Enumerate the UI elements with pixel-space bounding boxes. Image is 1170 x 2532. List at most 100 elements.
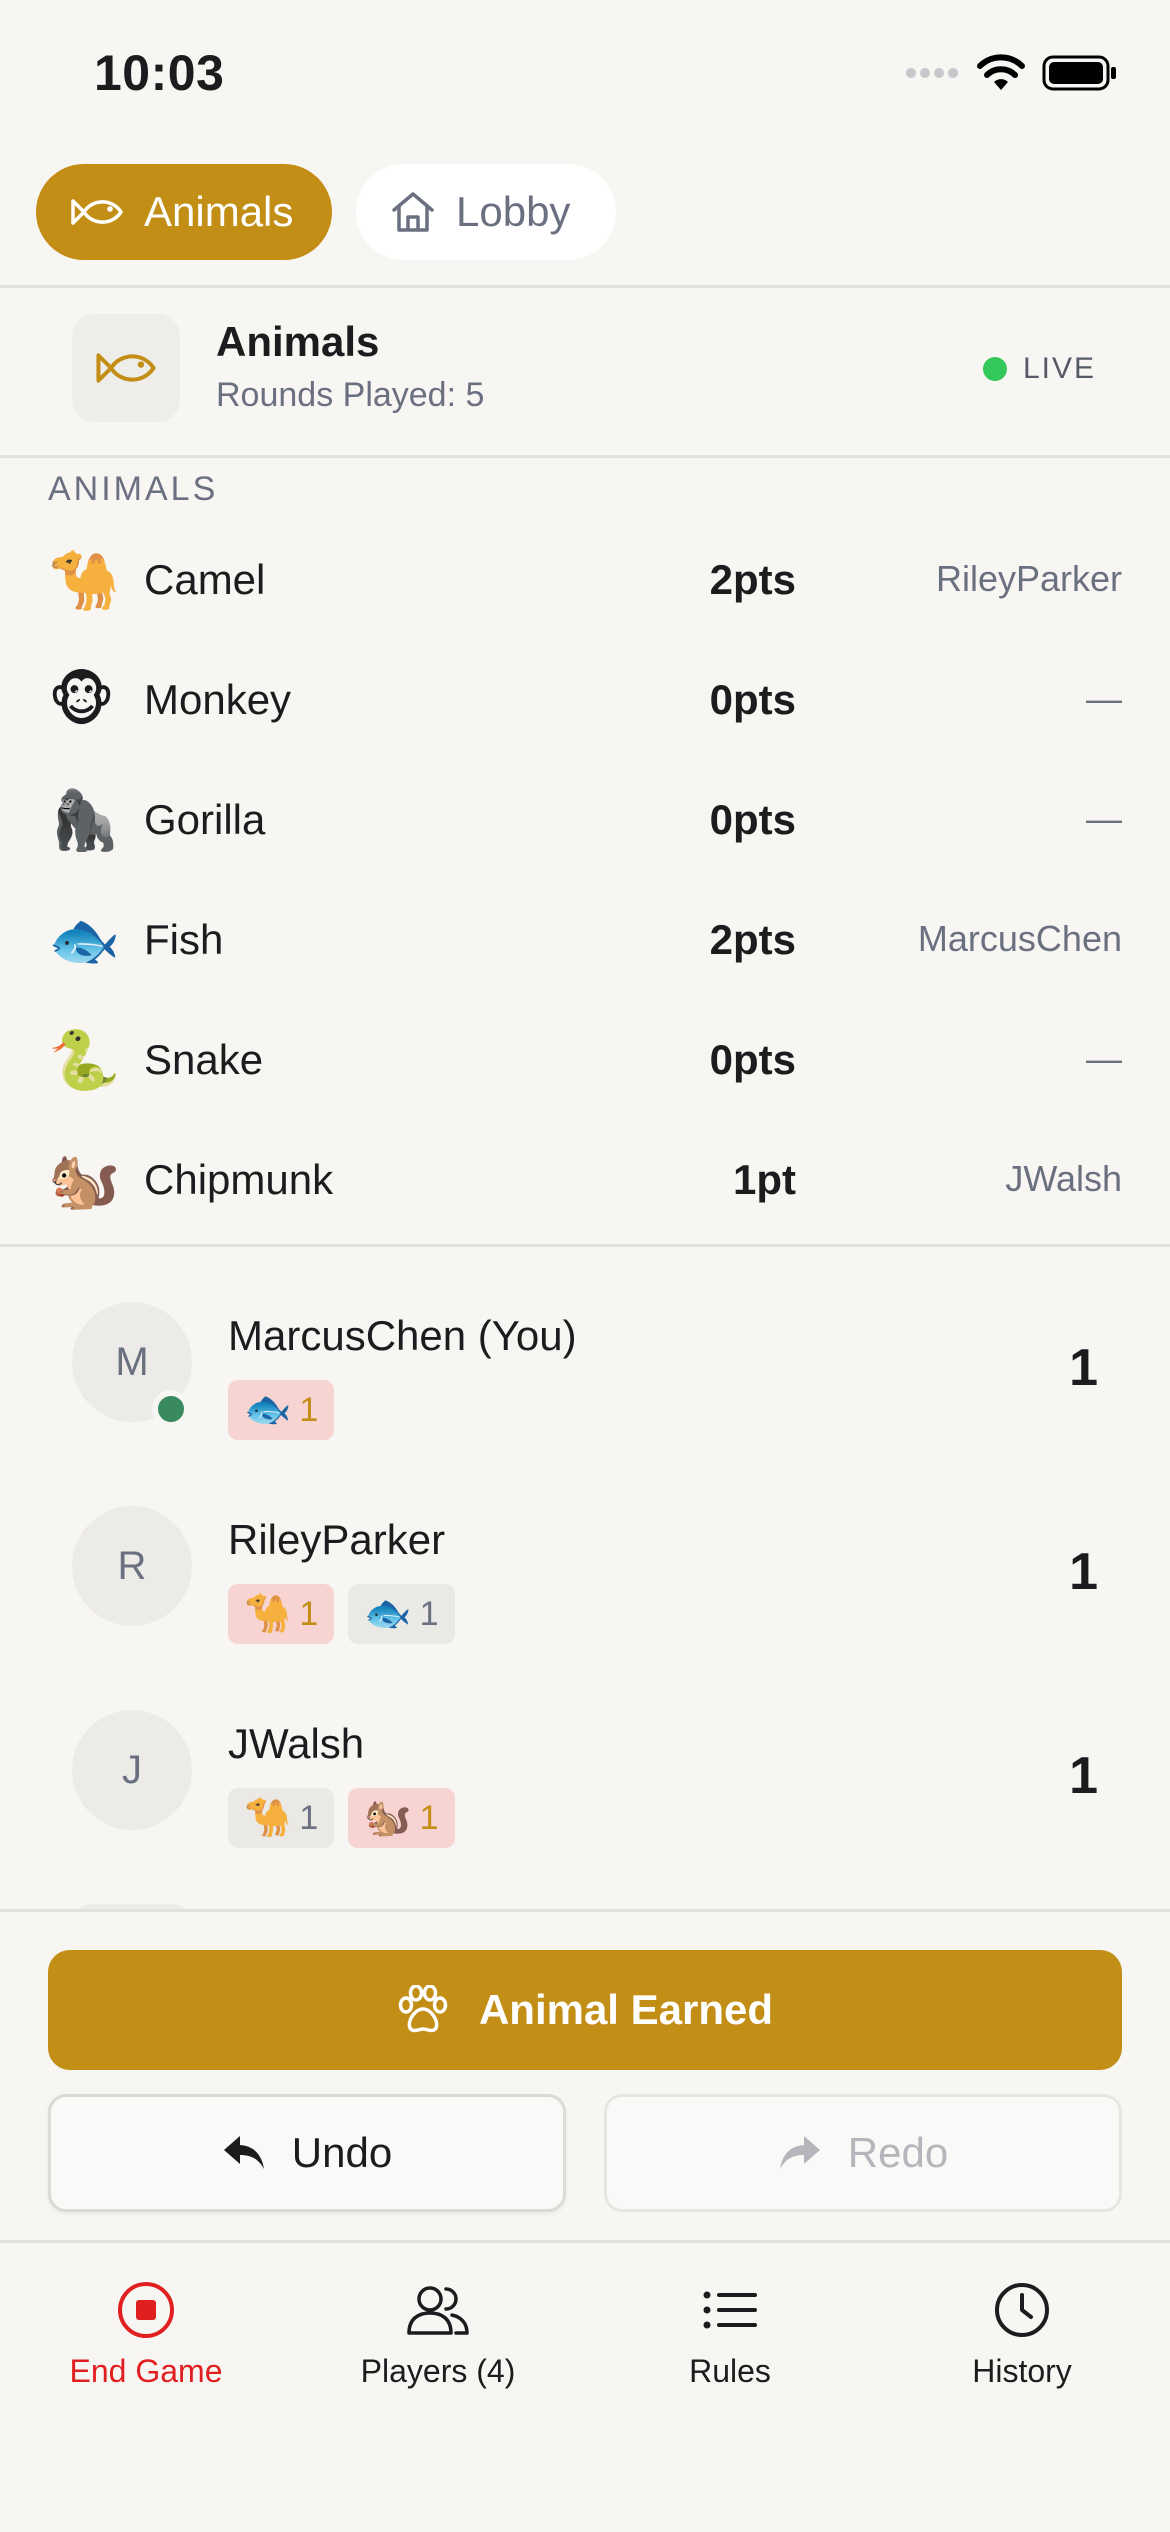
tab-lobby-label: Lobby: [456, 188, 571, 235]
fish-icon: [96, 353, 156, 383]
bottom-nav: End Game Players (4) Rules History: [0, 2243, 1170, 2532]
player-score: 1: [1069, 1339, 1098, 1397]
top-tabs: Animals Lobby: [36, 164, 616, 260]
player-score: 1: [1069, 1543, 1098, 1601]
gorilla-icon: 🦍: [48, 788, 121, 853]
player-row-marcuschen[interactable]: M MarcusChen (You) 🐟 1 1: [0, 1280, 1170, 1484]
nav-history[interactable]: History: [876, 2281, 1168, 2390]
animal-owner: RileyParker: [935, 558, 1122, 599]
animal-name: Monkey: [144, 676, 292, 723]
animal-row-gorilla[interactable]: 🦍 Gorilla 0pts —: [0, 760, 1170, 880]
users-icon: [407, 2286, 469, 2335]
animal-owner: —: [1086, 798, 1122, 839]
status-bar: 10:03: [0, 0, 1170, 150]
fish-icon: 🐟: [48, 908, 121, 973]
home-icon: [392, 192, 434, 232]
chip-count: 1: [419, 1798, 439, 1837]
animal-points: 0pts: [709, 796, 796, 843]
nav-players[interactable]: Players (4): [292, 2281, 584, 2390]
animal-chip-fish: 🐟 1: [348, 1584, 455, 1644]
camel-icon: 🐪: [244, 1797, 292, 1839]
avatar: R: [72, 1506, 192, 1626]
animal-name: Camel: [144, 556, 266, 603]
animal-name: Chipmunk: [144, 1156, 334, 1203]
avatar: J: [72, 1710, 192, 1830]
redo-button[interactable]: Redo: [604, 2094, 1122, 2212]
divider: [0, 455, 1170, 458]
game-header: Animals Rounds Played: 5 LIVE: [0, 288, 1170, 456]
snake-icon: 🐍: [48, 1028, 121, 1093]
online-indicator-icon: [152, 1390, 190, 1428]
nav-history-label: History: [972, 2353, 1072, 2389]
player-name: RileyParker: [228, 1516, 446, 1563]
player-animal-chips: 🐪 1 🐿️ 1: [228, 1788, 455, 1848]
animal-row-fish[interactable]: 🐟 Fish 2pts MarcusChen: [0, 880, 1170, 1000]
camel-icon: 🐪: [244, 1593, 292, 1635]
chipmunk-icon: 🐿️: [364, 1797, 412, 1839]
animal-name: Gorilla: [144, 796, 266, 843]
animal-earned-button[interactable]: Animal Earned: [48, 1950, 1122, 2070]
player-animal-chips: 🐟 1: [228, 1380, 335, 1440]
tab-animals-label: Animals: [144, 188, 294, 235]
paw-icon: [398, 1985, 448, 2033]
animal-owner: MarcusChen: [917, 918, 1122, 959]
nav-end-game[interactable]: End Game: [0, 2281, 292, 2390]
undo-label: Undo: [291, 2129, 393, 2176]
animal-row-camel[interactable]: 🐪 Camel 2pts RileyParker: [0, 520, 1170, 640]
animal-earned-label: Animal Earned: [478, 1986, 774, 2033]
nav-end-game-label: End Game: [69, 2353, 223, 2389]
nav-rules[interactable]: Rules: [584, 2281, 876, 2390]
animal-points: 0pts: [709, 676, 796, 723]
redo-label: Redo: [847, 2129, 949, 2176]
animal-name: Snake: [144, 1036, 264, 1083]
animal-row-chipmunk[interactable]: 🐿️ Chipmunk 1pt JWalsh: [0, 1120, 1170, 1240]
list-icon: [703, 2291, 757, 2329]
player-score: 1: [1069, 1747, 1098, 1805]
animal-points: 1pt: [733, 1156, 796, 1203]
live-status: LIVE: [982, 352, 1096, 386]
stop-icon: [118, 2282, 174, 2338]
chip-count: 1: [419, 1594, 439, 1633]
undo-button[interactable]: Undo: [48, 2094, 566, 2212]
animal-owner: —: [1086, 1038, 1122, 1079]
section-label-animals: ANIMALS: [48, 470, 219, 508]
animal-row-monkey[interactable]: 🐵 Monkey 0pts —: [0, 640, 1170, 760]
chip-count: 1: [299, 1390, 319, 1429]
tab-animals[interactable]: Animals: [36, 164, 332, 260]
monkey-icon: 🐵: [48, 668, 116, 733]
live-label: LIVE: [1022, 352, 1096, 385]
player-name: MarcusChen (You): [228, 1312, 577, 1359]
animal-name: Fish: [144, 916, 224, 963]
action-panel: Animal Earned Undo Redo: [0, 1912, 1170, 2240]
status-time: 10:03: [94, 45, 225, 101]
animal-chip-fish: 🐟 1: [228, 1380, 335, 1440]
undo-icon: [223, 2136, 264, 2169]
battery-icon: [1042, 55, 1116, 91]
animal-owner: JWalsh: [1005, 1158, 1122, 1199]
player-row-jwalsh[interactable]: J JWalsh 🐪 1 🐿️ 1 1: [0, 1688, 1170, 1892]
fish-icon: [71, 199, 123, 225]
animal-owner: —: [1086, 678, 1122, 719]
animal-chip-chipmunk: 🐿️ 1: [348, 1788, 455, 1848]
animal-points: 0pts: [709, 1036, 796, 1083]
live-dot-icon: [982, 357, 1007, 381]
chip-count: 1: [299, 1594, 319, 1633]
chip-count: 1: [299, 1798, 319, 1837]
player-row-rileyparker[interactable]: R RileyParker 🐪 1 🐟 1 1: [0, 1484, 1170, 1688]
chipmunk-icon: 🐿️: [48, 1148, 121, 1213]
camel-icon: 🐪: [48, 548, 121, 613]
clock-icon: [995, 2283, 1049, 2337]
player-name: JWalsh: [228, 1720, 365, 1767]
game-icon: [72, 314, 180, 422]
animal-chip-camel: 🐪 1: [228, 1788, 335, 1848]
redo-icon: [779, 2136, 820, 2169]
tab-lobby[interactable]: Lobby: [356, 164, 616, 260]
divider: [0, 1244, 1170, 1247]
animal-row-snake[interactable]: 🐍 Snake 0pts —: [0, 1000, 1170, 1120]
wifi-icon: [977, 54, 1025, 90]
cellular-signal-icon: [906, 68, 958, 78]
nav-rules-label: Rules: [689, 2353, 771, 2389]
animal-chip-camel: 🐪 1: [228, 1584, 335, 1644]
player-animal-chips: 🐪 1 🐟 1: [228, 1584, 455, 1644]
animal-points: 2pts: [709, 916, 796, 963]
